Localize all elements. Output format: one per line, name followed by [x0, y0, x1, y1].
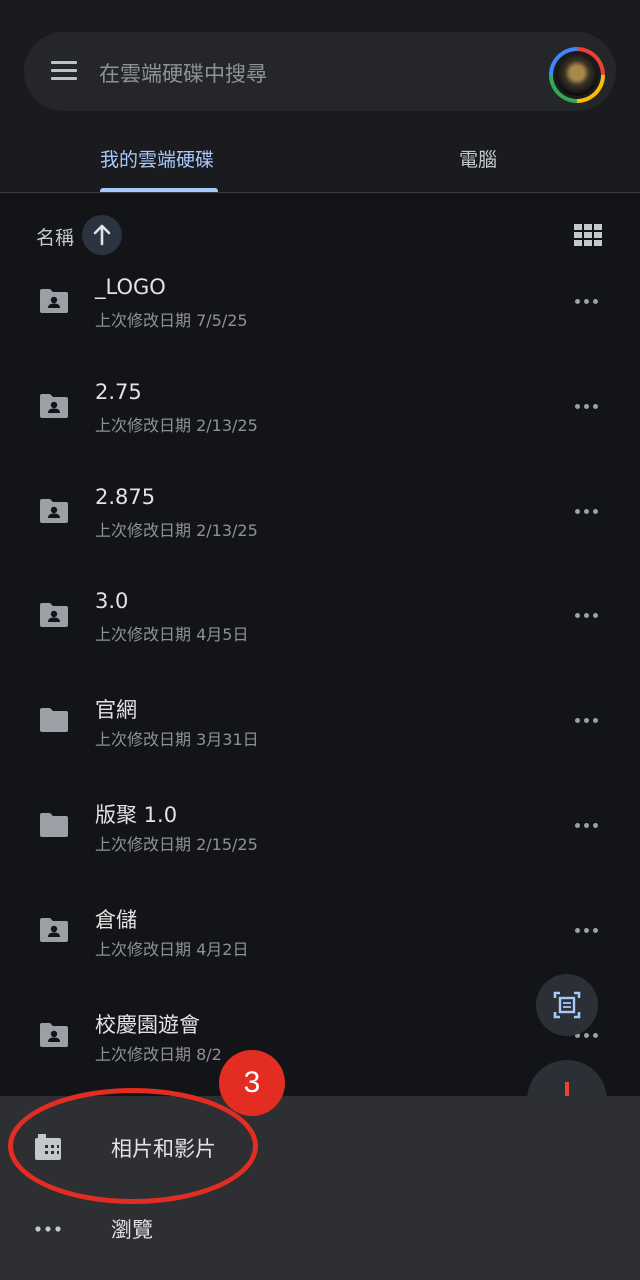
scan-button[interactable] — [536, 974, 598, 1036]
arrow-up-icon — [93, 224, 111, 246]
file-row[interactable]: 版聚 1.0 上次修改日期 2/15/25 — [0, 787, 640, 891]
tab-computers[interactable]: 電腦 — [459, 145, 497, 172]
file-modified-date: 上次修改日期 8/2 — [95, 1044, 222, 1064]
file-modified-date: 上次修改日期 2/13/25 — [95, 520, 258, 540]
file-modified-date: 上次修改日期 2/13/25 — [95, 415, 258, 435]
search-bar[interactable]: 在雲端硬碟中搜尋 — [24, 32, 616, 111]
file-modified-date: 上次修改日期 4月5日 — [95, 625, 249, 645]
file-modified-date: 上次修改日期 3月31日 — [95, 730, 259, 750]
file-name: 倉儲 — [95, 907, 137, 932]
scan-icon — [553, 991, 581, 1019]
shared-folder-icon — [40, 1022, 68, 1047]
search-input[interactable]: 在雲端硬碟中搜尋 — [99, 58, 267, 88]
highlight-ring — [8, 1088, 258, 1204]
divider — [0, 192, 640, 193]
more-options-icon[interactable] — [572, 499, 602, 523]
sort-direction-button[interactable] — [82, 215, 122, 255]
file-row[interactable]: 2.75 上次修改日期 2/13/25 — [0, 368, 640, 472]
shared-folder-icon — [40, 393, 68, 418]
file-name: 校慶園遊會 — [95, 1012, 200, 1037]
file-row[interactable]: 3.0 上次修改日期 4月5日 — [0, 577, 640, 681]
file-name: 官網 — [95, 698, 137, 723]
file-name: 版聚 1.0 — [95, 803, 178, 827]
file-modified-date: 上次修改日期 2/15/25 — [95, 835, 258, 854]
folder-icon — [40, 813, 68, 837]
top-app-bar: 在雲端硬碟中搜尋 我的雲端硬碟 電腦 — [0, 0, 640, 192]
file-name: 2.75 — [95, 379, 142, 404]
file-modified-date: 上次修改日期 7/5/25 — [95, 311, 248, 330]
grid-view-icon[interactable] — [574, 224, 602, 246]
hamburger-menu-icon[interactable] — [51, 59, 79, 83]
file-name: 2.875 — [95, 484, 156, 509]
file-row[interactable]: 官網上次修改日期 3月31日 — [0, 682, 640, 786]
more-options-icon[interactable] — [572, 708, 602, 732]
sheet-item-label: 瀏覽 — [111, 1218, 153, 1242]
folder-icon — [40, 708, 68, 733]
more-options-icon[interactable] — [572, 394, 602, 418]
file-row[interactable]: 2.875 上次修改日期 2/13/25 — [0, 473, 640, 577]
file-row[interactable]: _LOGO 上次修改日期 7/5/25 — [0, 263, 640, 367]
file-name: 3.0 — [95, 589, 129, 614]
step-badge: 3 — [219, 1050, 285, 1116]
more-options-icon[interactable] — [572, 603, 602, 627]
account-avatar[interactable] — [549, 47, 605, 103]
shared-folder-icon — [40, 498, 68, 523]
sort-label[interactable]: 名稱 — [36, 223, 74, 250]
more-options-icon[interactable] — [572, 289, 602, 313]
shared-folder-icon — [40, 917, 68, 942]
more-horizontal-icon — [35, 1226, 61, 1232]
shared-folder-icon — [40, 289, 68, 313]
tab-my-drive[interactable]: 我的雲端硬碟 — [100, 145, 214, 172]
more-options-icon[interactable] — [572, 918, 602, 942]
sheet-item-browse[interactable]: 瀏覽 — [0, 1196, 640, 1266]
file-modified-date: 上次修改日期 4月2日 — [95, 939, 249, 959]
file-name: _LOGO — [95, 275, 166, 299]
more-options-icon[interactable] — [572, 813, 602, 837]
shared-folder-icon — [40, 603, 68, 628]
